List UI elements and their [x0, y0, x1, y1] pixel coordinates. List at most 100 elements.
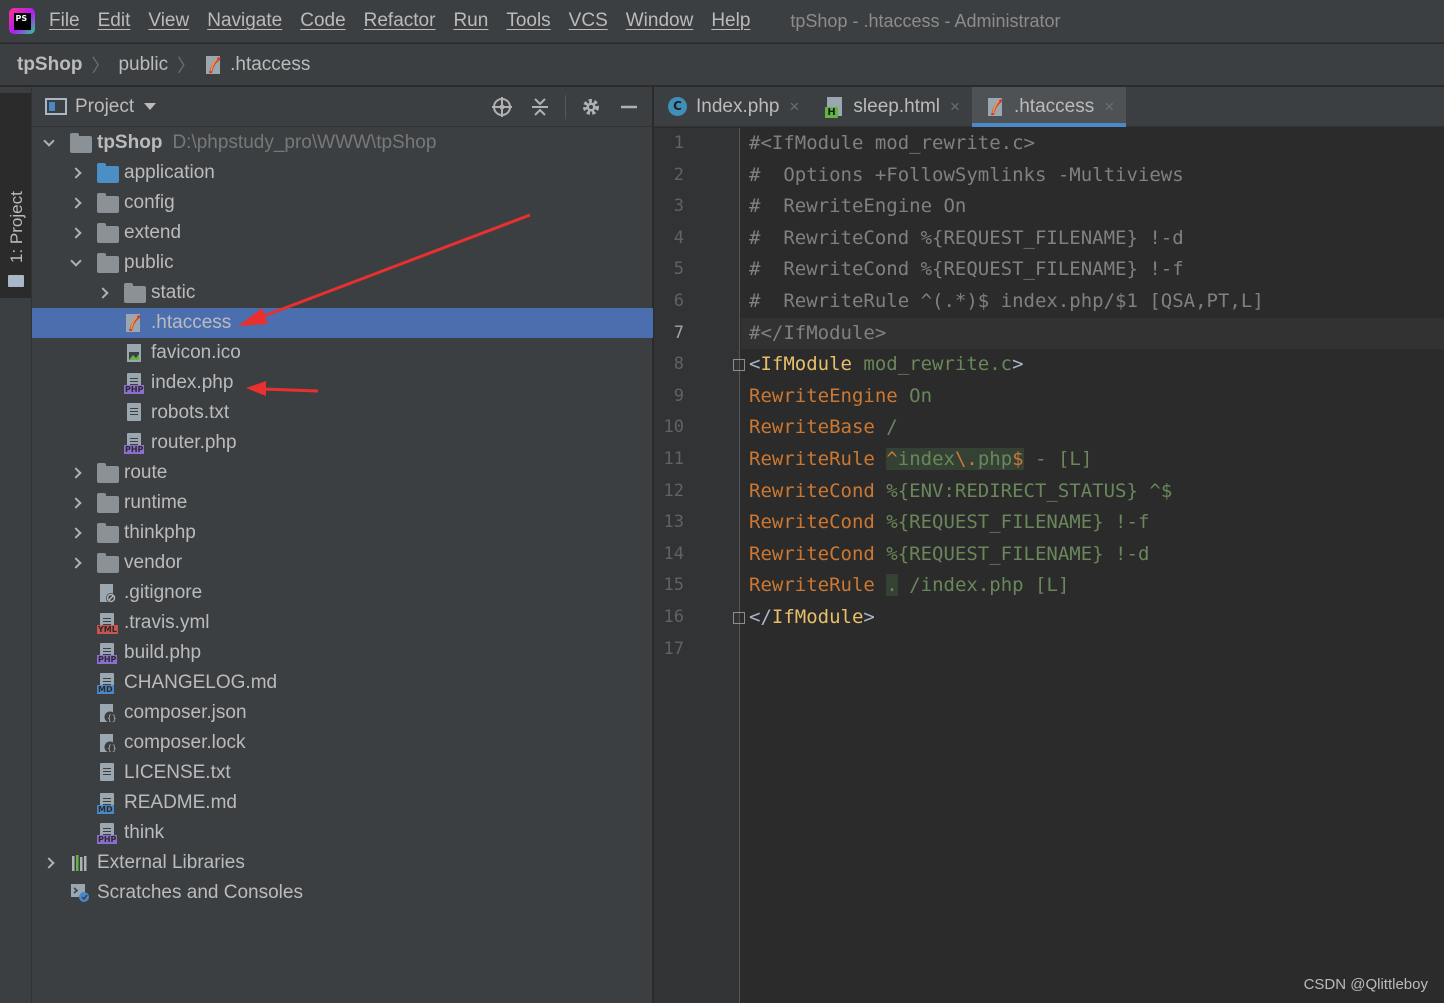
chevron-down-icon[interactable]: [42, 135, 56, 150]
text-file-icon: [124, 403, 144, 423]
tree-item-composer-json[interactable]: {} composer.json: [32, 698, 653, 728]
collapse-all-icon[interactable]: [527, 94, 553, 120]
tree-item-label: .gitignore: [124, 582, 203, 603]
tree-item-label: robots.txt: [151, 402, 230, 423]
chevron-right-icon[interactable]: [69, 166, 83, 180]
project-view-icon: [45, 98, 67, 115]
line-number-gutter[interactable]: 1 2 3 4 5 6 7 8 9 10 11 12 13 14 15 16 1…: [654, 128, 745, 1003]
tree-item-travis[interactable]: YML .travis.yml: [32, 608, 653, 638]
html-file-icon: H: [825, 96, 845, 118]
menu-refactor[interactable]: Refactor: [364, 10, 436, 32]
image-file-icon: [124, 343, 144, 363]
code-line-1: #<IfModule mod_rewrite.c>: [749, 132, 1035, 154]
tree-item-vendor[interactable]: vendor: [32, 548, 653, 578]
code-area[interactable]: #<IfModule mod_rewrite.c> # Options +Fol…: [741, 128, 1444, 1003]
htaccess-file-icon: [204, 55, 224, 75]
gear-icon[interactable]: [578, 94, 604, 120]
breadcrumb-file[interactable]: .htaccess: [230, 54, 310, 76]
close-icon[interactable]: ×: [789, 97, 799, 117]
tree-item-runtime[interactable]: runtime: [32, 488, 653, 518]
editor: C Index.php × H sleep.html × .htaccess ×…: [654, 87, 1444, 1003]
close-icon[interactable]: ×: [1104, 97, 1114, 117]
line-number: 14: [663, 543, 684, 564]
code-line-6: # RewriteRule ^(.*)$ index.php/$1 [QSA,P…: [749, 290, 1264, 312]
htaccess-file-icon: [986, 97, 1006, 117]
close-icon[interactable]: ×: [950, 97, 960, 117]
chevron-right-icon[interactable]: [69, 526, 83, 540]
chevron-down-icon[interactable]: [69, 255, 83, 270]
tree-item-label: README.md: [124, 792, 237, 813]
tree-item-label: public: [124, 252, 174, 273]
tree-item-label: static: [151, 282, 196, 303]
tree-item-route[interactable]: route: [32, 458, 653, 488]
code-line-13: RewriteCond %{REQUEST_FILENAME} !-f: [749, 511, 1150, 534]
tree-item-application[interactable]: application: [32, 158, 653, 188]
menu-vcs[interactable]: VCS: [569, 10, 608, 32]
breadcrumb-project[interactable]: tpShop: [17, 54, 82, 76]
chevron-right-icon[interactable]: [96, 286, 110, 300]
tree-item-config[interactable]: config: [32, 188, 653, 218]
tree-item-changelog[interactable]: MD CHANGELOG.md: [32, 668, 653, 698]
line-number-current: 7: [673, 322, 684, 343]
tree-item-label: vendor: [124, 552, 183, 573]
minimize-icon[interactable]: [616, 94, 642, 120]
tree-item-htaccess[interactable]: .htaccess: [32, 308, 653, 338]
menu-view[interactable]: View: [148, 10, 189, 32]
menu-edit[interactable]: Edit: [98, 10, 131, 32]
markdown-file-icon: MD: [97, 793, 117, 814]
composer-file-icon: {}: [97, 733, 117, 753]
project-tool-tab[interactable]: 1: Project: [0, 93, 31, 298]
tree-item-scratches[interactable]: Scratches and Consoles: [32, 878, 653, 908]
code-line-14: RewriteCond %{REQUEST_FILENAME} !-d: [749, 542, 1150, 565]
chevron-right-icon[interactable]: [42, 856, 56, 870]
tab-htaccess[interactable]: .htaccess ×: [971, 87, 1127, 127]
tree-item-readme[interactable]: MD README.md: [32, 788, 653, 818]
menu-code[interactable]: Code: [300, 10, 345, 32]
code-line-9: RewriteEngine On: [749, 384, 933, 407]
tab-sleep-html[interactable]: H sleep.html ×: [811, 87, 972, 126]
tree-item-robots[interactable]: robots.txt: [32, 398, 653, 428]
chevron-right-icon[interactable]: [69, 466, 83, 480]
tree-item-label: router.php: [151, 432, 237, 453]
folder-icon: [97, 553, 119, 573]
tree-item-label: composer.json: [124, 702, 247, 723]
chevron-right-icon[interactable]: [69, 196, 83, 210]
menu-file[interactable]: File: [49, 10, 80, 32]
line-number: 11: [663, 449, 684, 469]
tree-item-static[interactable]: static: [32, 278, 653, 308]
tab-label: .htaccess: [1013, 95, 1095, 117]
menu-window[interactable]: Window: [626, 10, 694, 32]
tree-item-favicon[interactable]: favicon.ico: [32, 338, 653, 368]
tree-item-index-php[interactable]: PHP index.php: [32, 368, 653, 398]
breadcrumb-public[interactable]: public: [118, 54, 168, 76]
menu-navigate[interactable]: Navigate: [207, 10, 282, 32]
tree-item-public[interactable]: public: [32, 248, 653, 278]
chevron-right-icon[interactable]: [69, 496, 83, 510]
tree-item-build-php[interactable]: PHP build.php: [32, 638, 653, 668]
chevron-right-icon[interactable]: [69, 556, 83, 570]
line-number: 16: [663, 607, 684, 627]
tree-item-label: tpShop: [97, 132, 163, 153]
menu-tools[interactable]: Tools: [506, 10, 550, 32]
folder-icon: [97, 493, 119, 513]
tree-item-label: build.php: [124, 642, 202, 663]
tree-root-tpshop[interactable]: tpShop D:\phpstudy_pro\WWW\tpShop: [32, 128, 653, 158]
menu-run[interactable]: Run: [453, 10, 488, 32]
tree-item-extend[interactable]: extend: [32, 218, 653, 248]
tab-index-php[interactable]: C Index.php ×: [654, 87, 811, 126]
project-panel-title[interactable]: Project: [75, 96, 134, 118]
chevron-down-icon[interactable]: [144, 103, 157, 110]
tree-item-license[interactable]: LICENSE.txt: [32, 758, 653, 788]
chevron-right-icon[interactable]: [69, 226, 83, 240]
code-line-7-current: #</IfModule>: [741, 317, 1444, 350]
menu-help[interactable]: Help: [711, 10, 750, 32]
tree-item-gitignore[interactable]: .gitignore: [32, 578, 653, 608]
tree-item-think[interactable]: PHP think: [32, 818, 653, 848]
tree-item-composer-lock[interactable]: {} composer.lock: [32, 728, 653, 758]
tree-item-router-php[interactable]: PHP router.php: [32, 428, 653, 458]
php-file-icon: PHP: [124, 433, 145, 454]
tree-item-external-libraries[interactable]: External Libraries: [32, 848, 653, 878]
tree-item-thinkphp[interactable]: thinkphp: [32, 518, 653, 548]
locate-target-icon[interactable]: [489, 94, 515, 120]
watermark: CSDN @Qlittleboy: [1303, 976, 1428, 993]
